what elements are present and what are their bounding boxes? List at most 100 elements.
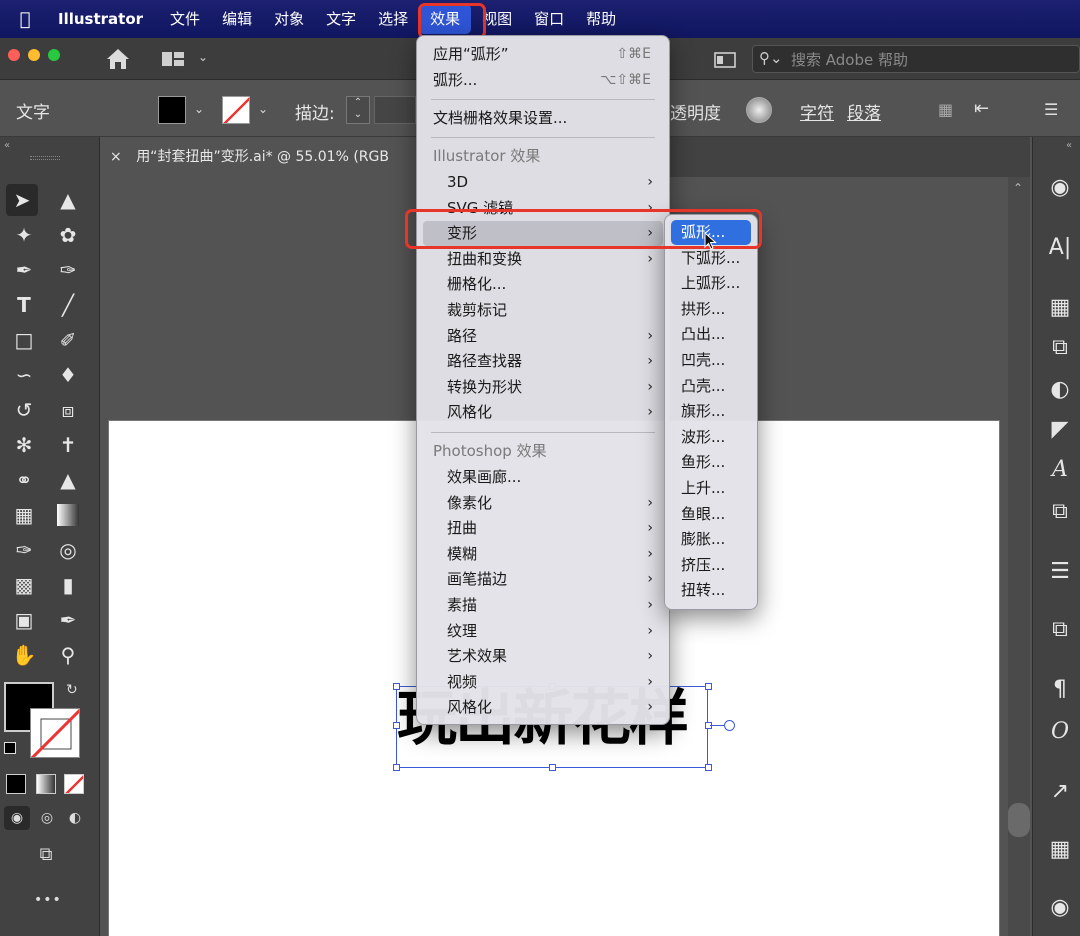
menu-item-illustrator-effect[interactable]: 扭曲和变换 › <box>417 247 669 272</box>
draw-inside-icon[interactable]: ◐ <box>62 806 88 830</box>
submenu-item-warp[interactable]: 扭转... <box>665 578 757 603</box>
submenu-item-warp[interactable]: 挤压... <box>665 553 757 578</box>
opentype-panel-icon[interactable]: O <box>1043 714 1077 748</box>
menu-item-illustrator-effect[interactable]: 路径查找器 › <box>417 349 669 374</box>
menu-item-illustrator-effect[interactable]: 风格化 › <box>417 400 669 425</box>
color-panel-icon[interactable]: ◐ <box>1043 372 1077 406</box>
column-graph-tool-icon[interactable]: ▮ <box>52 569 84 601</box>
symbol-sprayer-tool-icon[interactable]: ▩ <box>8 569 40 601</box>
collapse-right-panel-icon[interactable]: « <box>1066 140 1072 151</box>
menu-edit[interactable]: 编辑 <box>211 0 263 38</box>
document-tab[interactable]: × 用“封套扭曲”变形.ai* @ 55.01% (RGB <box>100 137 420 177</box>
menu-item-illustrator-effect[interactable]: 裁剪标记 <box>417 298 669 323</box>
menu-item-photoshop-effect[interactable]: 纹理 › <box>417 619 669 644</box>
menu-type[interactable]: 文字 <box>315 0 367 38</box>
recolor-icon[interactable] <box>746 97 772 123</box>
scrollbar-thumb[interactable] <box>1008 803 1030 837</box>
menu-item-photoshop-effect[interactable]: 扭曲 › <box>417 516 669 541</box>
rectangle-tool-icon[interactable]: □ <box>8 324 40 356</box>
submenu-item-warp[interactable]: 凹壳... <box>665 348 757 373</box>
eyedropper-tool-icon[interactable]: ✑ <box>8 534 40 566</box>
submenu-item-warp[interactable]: 鱼形... <box>665 450 757 475</box>
menu-item-illustrator-effect[interactable]: 转换为形状 › <box>417 375 669 400</box>
paintbrush-tool-icon[interactable]: ✐ <box>52 324 84 356</box>
menu-item-arc-settings[interactable]: 弧形... ⌥⇧⌘E <box>417 68 669 93</box>
window-minimize-button[interactable] <box>28 49 40 61</box>
fill-chevron-down-icon[interactable]: ⌄ <box>194 102 204 116</box>
collapse-panel-icon[interactable]: « <box>4 140 10 151</box>
puppet-warp-tool-icon[interactable]: ✝ <box>52 429 84 461</box>
pathfinder-panel-icon[interactable]: ⧉ <box>1043 494 1077 528</box>
menu-item-photoshop-effect[interactable]: 模糊 › <box>417 542 669 567</box>
perspective-grid-tool-icon[interactable]: ▲ <box>52 464 84 496</box>
draw-normal-icon[interactable]: ◉ <box>4 806 30 830</box>
menu-item-raster-settings[interactable]: 文档栅格效果设置... <box>417 106 669 131</box>
menu-item-photoshop-effect[interactable]: 画笔描边 › <box>417 567 669 592</box>
paragraph-panel-icon[interactable]: ¶ <box>1043 672 1077 706</box>
screen-mode-icon[interactable]: ⧉ <box>30 844 62 868</box>
selection-handle[interactable] <box>549 764 556 771</box>
eraser-tool-icon[interactable]: ♦ <box>52 359 84 391</box>
fill-color-swatch[interactable] <box>158 96 186 124</box>
rotate-tool-icon[interactable]: ↺ <box>8 394 40 426</box>
menu-item-photoshop-effect[interactable]: 艺术效果 › <box>417 644 669 669</box>
menu-item-illustrator-effect[interactable]: 3D › <box>417 170 669 195</box>
align-panel-icon[interactable]: ◤ <box>1043 412 1077 446</box>
panel-menu-icon[interactable]: ☰ <box>1044 100 1058 119</box>
menu-item-photoshop-effect[interactable]: 像素化 › <box>417 491 669 516</box>
zoom-tool-icon[interactable]: ⚲ <box>52 639 84 671</box>
scale-tool-icon[interactable]: ⧈ <box>52 394 84 426</box>
more-tools-icon[interactable]: ••• <box>34 892 62 908</box>
panel-grip[interactable] <box>30 156 60 160</box>
selection-handle[interactable] <box>393 683 400 690</box>
menu-item-photoshop-effect[interactable]: 视频 › <box>417 670 669 695</box>
direct-selection-tool-icon[interactable]: ▲ <box>52 184 84 216</box>
menu-help[interactable]: 帮助 <box>575 0 627 38</box>
slice-tool-icon[interactable]: ✒ <box>52 604 84 636</box>
vertical-scrollbar[interactable]: ⌃ <box>1008 177 1030 936</box>
window-close-button[interactable] <box>8 49 20 61</box>
home-icon[interactable] <box>104 46 132 72</box>
glyphs-panel-icon[interactable]: A <box>1043 452 1077 486</box>
hand-tool-icon[interactable]: ✋ <box>8 639 40 671</box>
panel-toggle-icon[interactable] <box>713 50 737 70</box>
submenu-item-warp[interactable]: 凸壳... <box>665 374 757 399</box>
submenu-item-warp[interactable]: 上弧形... <box>665 271 757 296</box>
artboards-panel-icon[interactable]: ⧉ <box>1043 612 1077 646</box>
workspace-layout-icon[interactable] <box>160 49 188 69</box>
selection-handle[interactable] <box>393 722 400 729</box>
export-panel-icon[interactable]: ↗ <box>1043 774 1077 808</box>
align-options-icon[interactable]: ⇤ <box>974 98 989 119</box>
blend-tool-icon[interactable]: ◎ <box>52 534 84 566</box>
swatches-panel-icon[interactable]: ▦ <box>1043 832 1077 866</box>
pen-tool-icon[interactable]: ✒ <box>8 254 40 286</box>
selection-handle[interactable] <box>705 683 712 690</box>
submenu-item-warp[interactable]: 上升... <box>665 476 757 501</box>
type-tool-icon[interactable]: T <box>8 289 40 321</box>
submenu-item-warp[interactable]: 拱形... <box>665 297 757 322</box>
gradient-mode-button[interactable] <box>36 774 56 794</box>
menu-illustrator[interactable]: Illustrator <box>50 0 159 38</box>
line-tool-icon[interactable]: ╱ <box>52 289 84 321</box>
scroll-up-icon[interactable]: ⌃ <box>1013 181 1023 195</box>
properties-panel-icon[interactable]: ☰ <box>1043 554 1077 588</box>
symbols-panel-icon[interactable]: ◉ <box>1043 890 1077 924</box>
menu-select[interactable]: 选择 <box>367 0 419 38</box>
artboard-tool-icon[interactable]: ▣ <box>8 604 40 636</box>
align-grid-icon[interactable]: ▦ <box>938 100 953 119</box>
menu-item-photoshop-effect[interactable]: 素描 › <box>417 593 669 618</box>
menu-item-illustrator-effect[interactable]: 栅格化... <box>417 272 669 297</box>
appearance-panel-icon[interactable]: ◉ <box>1043 170 1077 204</box>
menu-file[interactable]: 文件 <box>159 0 211 38</box>
shape-builder-tool-icon[interactable]: ⚭ <box>8 464 40 496</box>
mesh-tool-icon[interactable]: ▦ <box>8 499 40 531</box>
selection-handle[interactable] <box>393 764 400 771</box>
window-zoom-button[interactable] <box>48 49 60 61</box>
submenu-item-warp[interactable]: 波形... <box>665 425 757 450</box>
lasso-tool-icon[interactable]: ✿ <box>52 219 84 251</box>
close-tab-icon[interactable]: × <box>110 149 122 165</box>
submenu-item-warp[interactable]: 鱼眼... <box>665 502 757 527</box>
chevron-down-icon[interactable]: ⌄ <box>198 50 208 64</box>
stroke-chevron-down-icon[interactable]: ⌄ <box>258 102 268 116</box>
stroke-weight-stepper[interactable]: ⌃ ⌄ <box>346 96 370 124</box>
